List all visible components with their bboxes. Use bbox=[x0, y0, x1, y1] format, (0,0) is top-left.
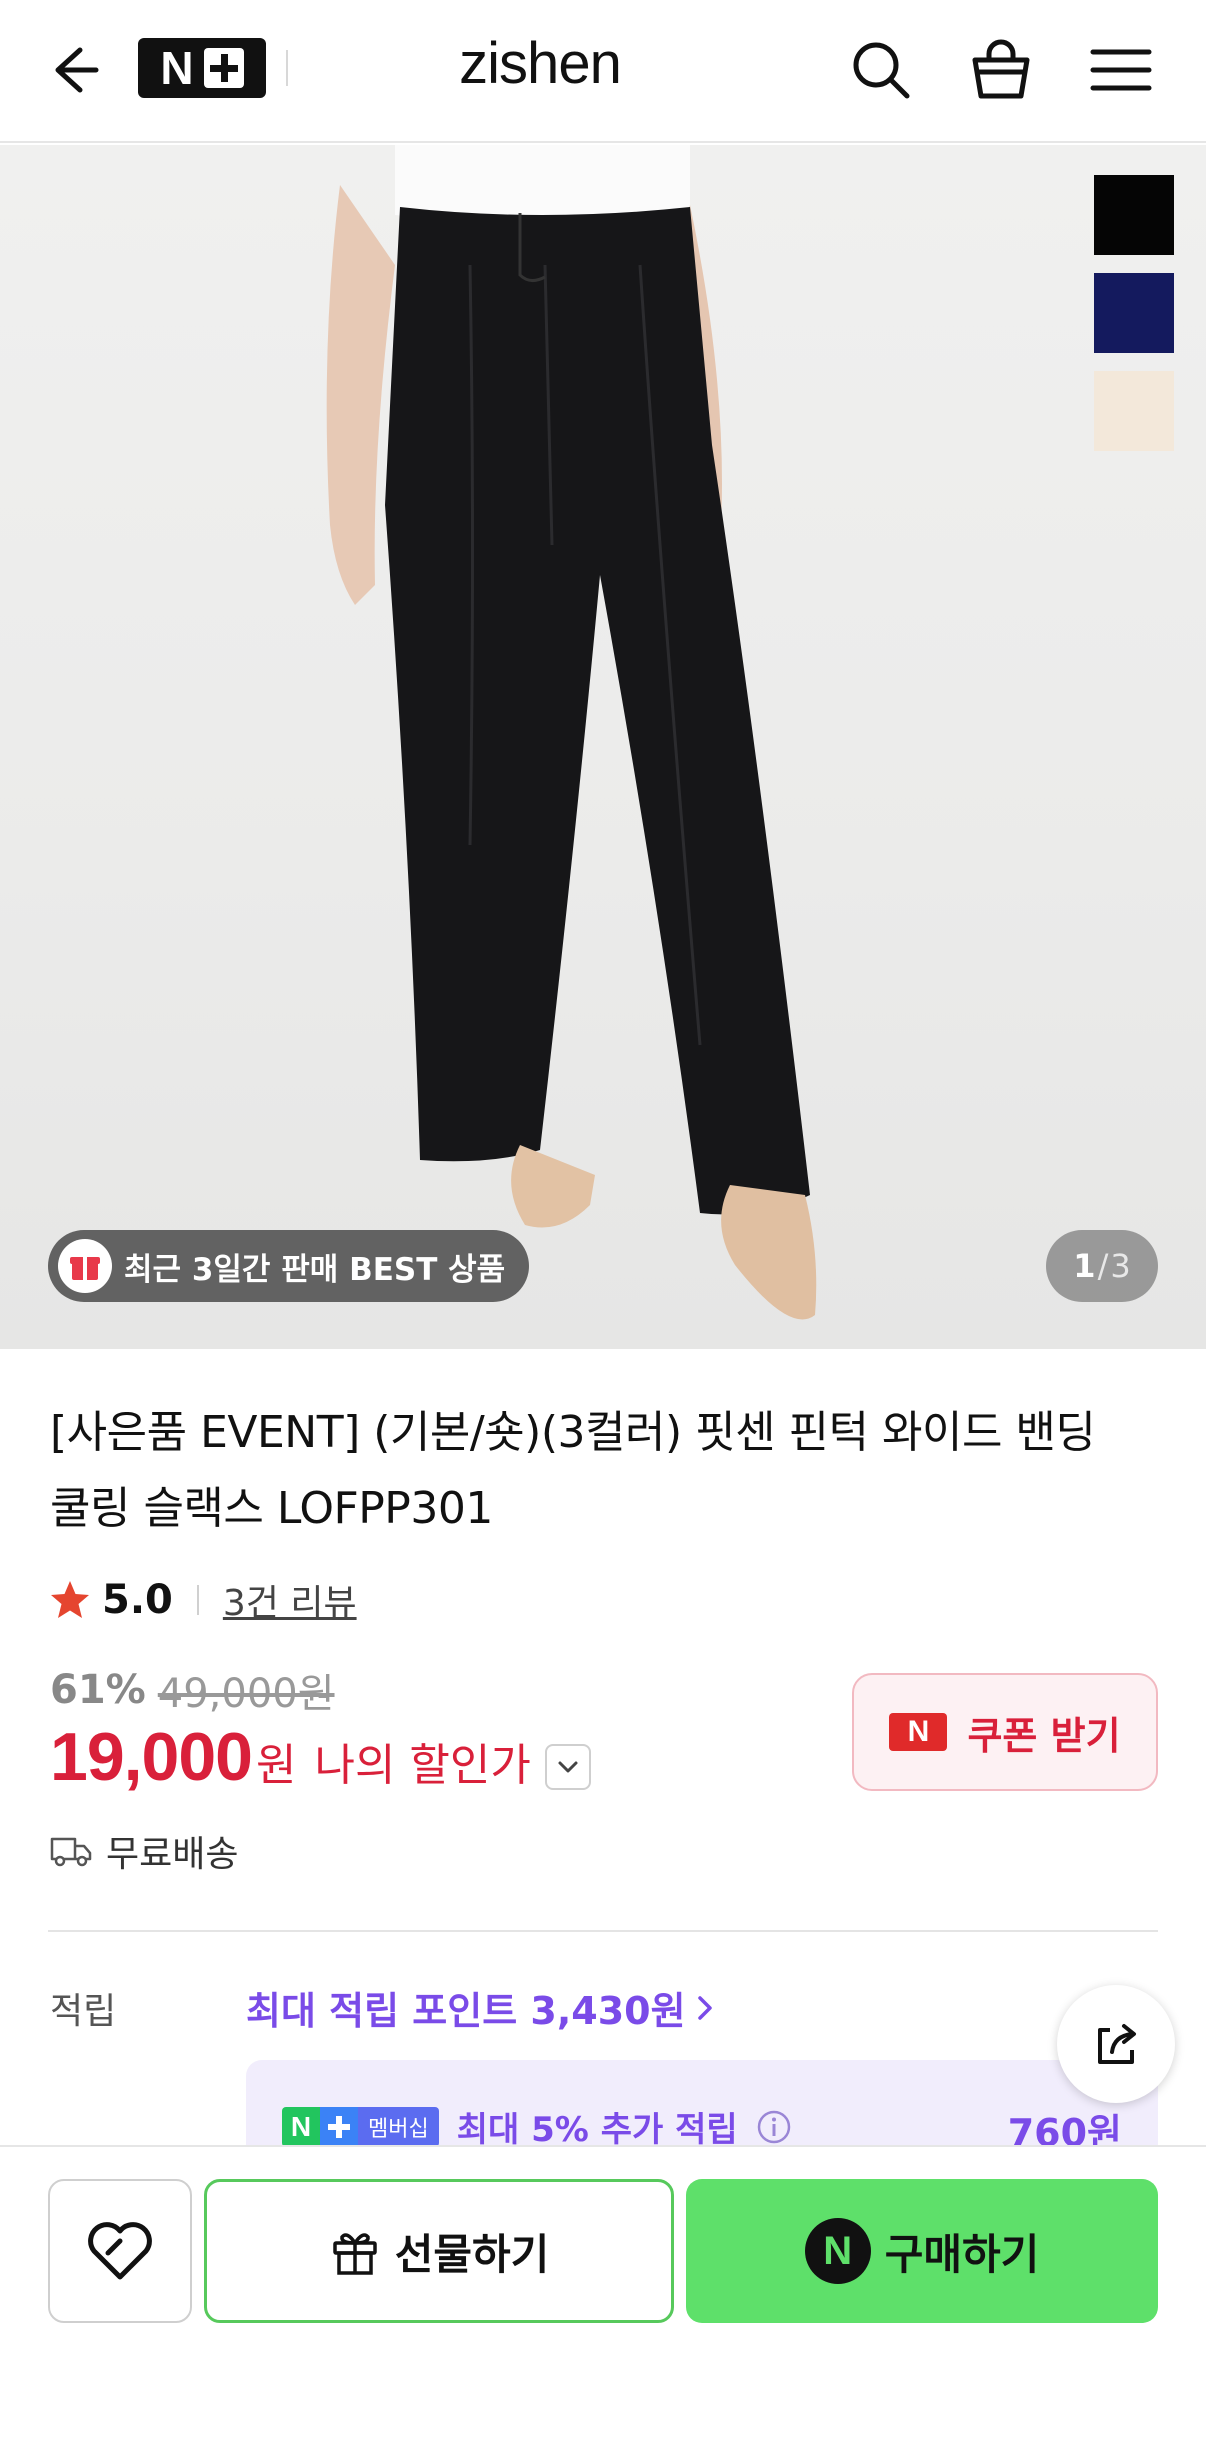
hamburger-menu-icon[interactable] bbox=[1085, 34, 1157, 106]
membership-badge-text: 멤버십 bbox=[358, 2106, 439, 2147]
brand-name[interactable]: zishen bbox=[400, 30, 680, 97]
info-icon[interactable] bbox=[756, 2109, 792, 2145]
rating-divider bbox=[196, 1585, 199, 1615]
coupon-icon-letter: N bbox=[907, 1715, 930, 1748]
gift-box-icon bbox=[332, 2233, 377, 2275]
share-button[interactable] bbox=[1057, 1985, 1175, 2103]
gift-button-label: 선물하기 bbox=[394, 2229, 550, 2279]
header-divider bbox=[286, 50, 288, 86]
nplus-membership-badge: N 멤버십 bbox=[282, 2106, 439, 2147]
naver-plus-logo[interactable]: N bbox=[138, 38, 266, 98]
membership-extra-points-text: 최대 5% 추가 적립 bbox=[456, 2110, 738, 2150]
chevron-right-icon bbox=[697, 1995, 712, 2020]
wishlist-button[interactable] bbox=[48, 2179, 192, 2323]
gift-button[interactable]: 선물하기 bbox=[204, 2179, 674, 2323]
shipping-row: 무료배송 bbox=[50, 1825, 238, 1877]
page-total: 3 bbox=[1110, 1247, 1131, 1285]
swatch-beige[interactable] bbox=[1094, 371, 1174, 451]
plus-icon bbox=[320, 2106, 358, 2147]
coupon-label: 쿠폰 받기 bbox=[967, 1713, 1121, 1758]
top-app-bar: N zishen bbox=[0, 0, 1206, 143]
max-points-link[interactable]: 최대 적립 포인트 3,430원 bbox=[246, 1980, 716, 2035]
price-row: 19,000 원 나의 할인가 bbox=[50, 1718, 591, 1808]
heart-icon bbox=[88, 2222, 152, 2280]
buy-button[interactable]: N 구매하기 bbox=[686, 2179, 1158, 2323]
section-divider bbox=[48, 1930, 1158, 1932]
star-icon bbox=[48, 1578, 92, 1622]
shipping-text: 무료배송 bbox=[106, 1834, 239, 1875]
my-discount-price-label[interactable]: 나의 할인가 bbox=[314, 1729, 530, 1793]
points-label: 적립 bbox=[50, 1991, 117, 2032]
membership-row: N 멤버십 최대 5% 추가 적립 bbox=[282, 2102, 792, 2151]
buy-button-label: 구매하기 bbox=[884, 2229, 1040, 2279]
color-swatches bbox=[1094, 175, 1174, 451]
original-price: 49,000원 bbox=[157, 1671, 335, 1717]
membership-n-letter: N bbox=[282, 2106, 320, 2147]
back-arrow-icon[interactable] bbox=[40, 38, 104, 102]
get-coupon-button[interactable]: N 쿠폰 받기 bbox=[852, 1673, 1158, 1791]
best-seller-badge: 최근 3일간 판매 BEST 상품 bbox=[48, 1230, 530, 1302]
discount-percent: 61% bbox=[50, 1667, 146, 1713]
product-title: [사은품 EVENT] (기본/숏)(3컬러) 핏센 핀턱 와이드 밴딩 쿨링 … bbox=[50, 1395, 1160, 1547]
chevron-down-icon[interactable] bbox=[544, 1744, 591, 1790]
search-icon[interactable] bbox=[845, 34, 917, 106]
swatch-navy[interactable] bbox=[1094, 273, 1174, 353]
naver-coupon-icon: N bbox=[889, 1713, 948, 1751]
image-page-indicator: 1 / 3 bbox=[1046, 1230, 1158, 1302]
product-photo bbox=[326, 145, 817, 1320]
page-separator: / bbox=[1097, 1247, 1109, 1285]
shopping-bag-icon[interactable] bbox=[965, 34, 1037, 106]
discount-row: 61% 49,000원 bbox=[50, 1660, 335, 1720]
product-image-carousel[interactable]: 최근 3일간 판매 BEST 상품 1 / 3 bbox=[0, 145, 1206, 1349]
truck-icon bbox=[50, 1834, 92, 1868]
gift-icon bbox=[58, 1239, 112, 1293]
product-title-line2: 쿨링 슬랙스 LOFPP301 bbox=[50, 1483, 493, 1534]
review-count-link[interactable]: 3건 리뷰 bbox=[223, 1574, 357, 1626]
nplus-logo-letter: N bbox=[160, 42, 194, 94]
buy-icon-letter: N bbox=[823, 2228, 853, 2273]
bottom-action-bar: 선물하기 N 구매하기 bbox=[0, 2145, 1206, 2453]
max-points-text: 최대 적립 포인트 3,430원 bbox=[246, 1989, 686, 2033]
sale-price: 19,000 bbox=[50, 1719, 253, 1795]
swatch-black[interactable] bbox=[1094, 175, 1174, 255]
product-title-line1: [사은품 EVENT] (기본/숏)(3컬러) 핏센 핀턱 와이드 밴딩 bbox=[50, 1407, 1096, 1458]
naver-pay-icon: N bbox=[804, 2218, 871, 2284]
best-badge-text: 최근 3일간 판매 BEST 상품 bbox=[124, 1251, 506, 1288]
plus-icon bbox=[203, 48, 244, 88]
rating-value: 5.0 bbox=[102, 1577, 173, 1623]
price-currency: 원 bbox=[255, 1740, 297, 1791]
rating-row: 5.0 3건 리뷰 bbox=[48, 1570, 357, 1630]
page-current: 1 bbox=[1073, 1247, 1096, 1285]
share-icon bbox=[1098, 2024, 1136, 2064]
